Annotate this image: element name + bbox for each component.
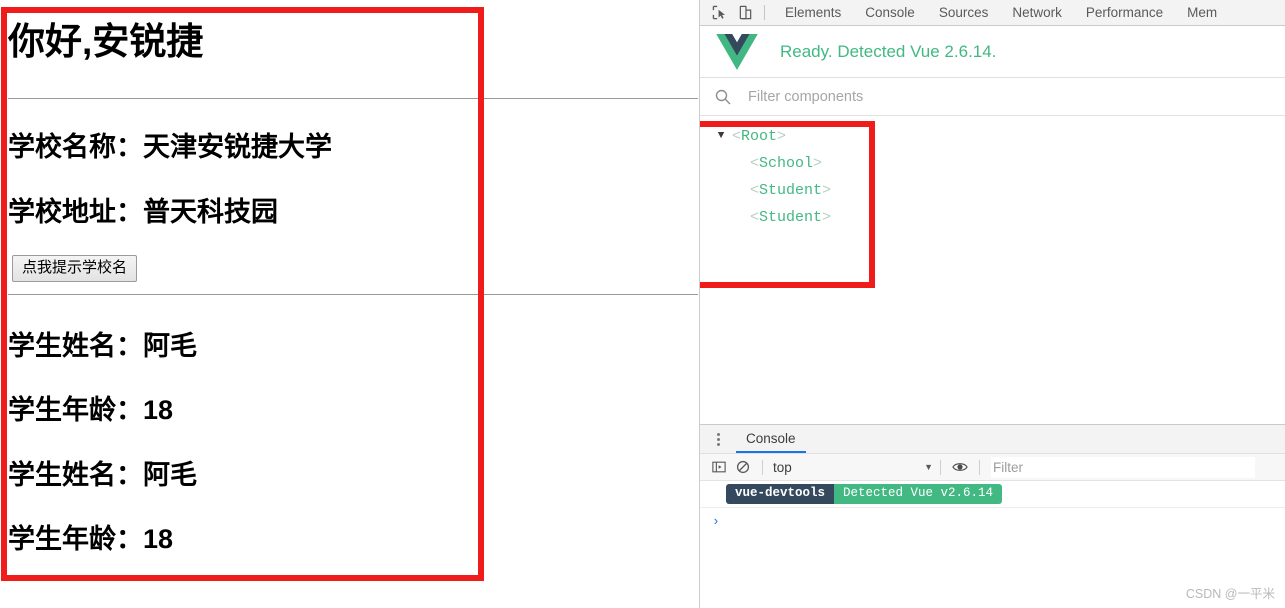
chevron-down-icon[interactable]: ▼ <box>714 123 728 150</box>
tree-node-label: Student <box>759 209 823 226</box>
console-message-badge: Detected Vue v2.6.14 <box>834 484 1003 504</box>
console-filter-input[interactable] <box>991 456 1255 478</box>
tag-open-bracket: < <box>750 155 760 172</box>
execution-context-value: top <box>773 459 792 475</box>
console-prompt[interactable]: › <box>700 508 1285 534</box>
school-name-label: 学校名称： <box>8 132 143 162</box>
console-source-badge: vue-devtools <box>726 484 835 504</box>
console-message-row: vue-devtools Detected Vue v2.6.14 <box>700 481 1285 508</box>
show-school-name-button[interactable]: 点我提示学校名 <box>12 255 138 282</box>
page-title: 你好,安锐捷 <box>8 21 204 62</box>
section-divider-top <box>8 98 698 99</box>
chevron-down-icon: ▼ <box>924 462 933 472</box>
console-output: vue-devtools Detected Vue v2.6.14 › <box>700 481 1285 534</box>
tab-network[interactable]: Network <box>1000 0 1074 25</box>
tree-node-student-2[interactable]: < Student > <box>700 204 1285 231</box>
section-divider-bottom <box>8 294 698 295</box>
student-1-name-value: 阿毛 <box>143 331 197 361</box>
screenshot-root: 你好,安锐捷 学校名称：天津安锐捷大学 学校地址：普天科技园 点我提示学校名 学… <box>0 0 1285 608</box>
console-sidebar-icon[interactable] <box>707 456 731 478</box>
tree-node-student-1[interactable]: < Student > <box>700 177 1285 204</box>
devtools-panel: Elements Console Sources Network Perform… <box>699 0 1285 608</box>
school-address-value: 普天科技园 <box>143 197 278 227</box>
toolbar-separator <box>940 459 941 475</box>
student-1-age-line: 学生年龄：18 <box>8 394 173 426</box>
tab-console[interactable]: Console <box>853 0 927 25</box>
vue-logo <box>716 33 758 70</box>
student-2-name-line: 学生姓名：阿毛 <box>8 459 197 491</box>
inspect-element-icon[interactable] <box>706 1 732 25</box>
toolbar-separator <box>764 5 765 20</box>
vue-status-banner: Ready. Detected Vue 2.6.14. <box>700 26 1285 78</box>
more-options-icon[interactable] <box>710 432 726 446</box>
execution-context-select[interactable]: top ▼ <box>770 460 933 475</box>
student-1-name-label: 学生姓名： <box>8 331 143 361</box>
tag-close-bracket: > <box>822 209 832 226</box>
tree-node-root[interactable]: ▼ < Root > <box>700 123 1285 150</box>
tag-close-bracket: > <box>813 155 823 172</box>
student-2-name-label: 学生姓名： <box>8 460 143 490</box>
watermark: CSDN @一平米 <box>1185 587 1275 601</box>
browser-page-pane: 你好,安锐捷 学校名称：天津安锐捷大学 学校地址：普天科技园 点我提示学校名 学… <box>0 0 698 608</box>
school-name-value: 天津安锐捷大学 <box>143 132 332 162</box>
tree-node-school[interactable]: < School > <box>700 150 1285 177</box>
prompt-caret-icon: › <box>712 513 720 529</box>
vue-status-text: Ready. Detected Vue 2.6.14. <box>780 41 997 61</box>
student-2-age-line: 学生年龄：18 <box>8 523 173 555</box>
console-toolbar: top ▼ <box>700 454 1285 481</box>
console-drawer: Console top ▼ Filter vue-devtools Detect… <box>700 424 1285 608</box>
clear-console-icon[interactable] <box>731 456 755 478</box>
devtools-tabbar: Elements Console Sources Network Perform… <box>700 0 1285 26</box>
component-tree: ▼ < Root > < School > < Student > < Student > <box>700 116 1285 413</box>
device-toolbar-icon[interactable] <box>732 1 758 25</box>
drawer-tabbar: Console <box>700 425 1285 454</box>
student-2-age-value: 18 <box>143 524 174 554</box>
toolbar-separator <box>762 459 763 475</box>
student-2-name-value: 阿毛 <box>143 460 197 490</box>
tree-node-label: School <box>759 155 814 172</box>
student-1-name-line: 学生姓名：阿毛 <box>8 330 197 362</box>
tag-open-bracket: < <box>750 209 760 226</box>
drawer-tab-console[interactable]: Console <box>736 425 806 453</box>
tree-node-label: Student <box>759 182 823 199</box>
tag-open-bracket: < <box>732 128 742 145</box>
tab-elements[interactable]: Elements <box>773 0 853 25</box>
component-filter-row <box>700 78 1285 116</box>
school-address-label: 学校地址： <box>8 197 143 227</box>
tree-node-label: Root <box>741 128 778 145</box>
student-2-age-label: 学生年龄： <box>8 524 143 554</box>
search-icon <box>715 89 731 104</box>
school-address-line: 学校地址：普天科技园 <box>8 196 278 228</box>
tag-close-bracket: > <box>777 128 787 145</box>
tab-sources[interactable]: Sources <box>927 0 1001 25</box>
tag-open-bracket: < <box>750 182 760 199</box>
toolbar-separator <box>979 459 980 475</box>
student-1-age-value: 18 <box>143 395 174 425</box>
school-name-line: 学校名称：天津安锐捷大学 <box>8 131 332 163</box>
student-1-age-label: 学生年龄： <box>8 395 143 425</box>
tab-memory[interactable]: Mem <box>1175 0 1229 25</box>
console-settings-eye-icon[interactable] <box>948 456 972 478</box>
component-filter-input[interactable] <box>746 87 1150 106</box>
tag-close-bracket: > <box>822 182 832 199</box>
tab-performance[interactable]: Performance <box>1074 0 1175 25</box>
